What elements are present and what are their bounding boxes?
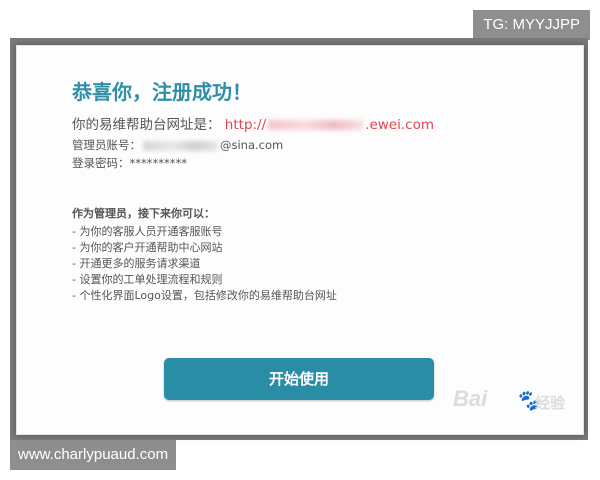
helpdesk-url-line: 你的易维帮助台网址是： http:// .ewei.com [72,114,434,136]
blurred-account [143,140,218,151]
list-item: - 为你的客服人员开通客服账号 [72,225,223,238]
dialog-title: 恭喜你，注册成功！ [72,80,252,104]
url-prefix: http:// [224,117,267,133]
baidu-watermark: Bai 🐾 经验 [453,386,573,426]
account-info: 你的易维帮助台网址是： http:// .ewei.com 管理员账号： @sina… [72,114,434,172]
list-item: - 个性化界面Logo设置，包括修改你的易维帮助台网址 [72,289,337,302]
url-label: 你的易维帮助台网址是： [72,117,221,133]
registration-success-dialog: 恭喜你，注册成功！ 你的易维帮助台网址是： http:// .ewei.com 管… [16,45,584,435]
watermark-sub: 经验 [535,395,566,412]
password-value: ********** [129,156,188,170]
account-suffix: @sina.com [220,138,284,152]
admin-next-steps: 作为管理员，接下来你可以： - 为你的客服人员开通客服账号 - 为你的客户开通帮… [72,204,337,304]
tg-badge: TG: MYYJJPP [473,10,590,40]
admin-account-line: 管理员账号： @sina.com [72,136,434,154]
list-item: - 设置你的工单处理流程和规则 [72,273,223,286]
list-item: - 为你的客户开通帮助中心网站 [72,241,223,254]
helpdesk-url-link[interactable]: http:// .ewei.com [225,117,434,133]
site-url-badge: www.charlypuaud.com [10,440,177,470]
password-line: 登录密码：********** [72,154,434,172]
admin-heading: 作为管理员，接下来你可以： [72,207,215,220]
start-using-button[interactable]: 开始使用 [164,358,434,400]
list-item: - 开通更多的服务请求渠道 [72,257,201,270]
watermark-brand: Bai [453,386,488,411]
password-label: 登录密码： [72,156,130,170]
url-suffix: .ewei.com [365,117,434,133]
blurred-subdomain [268,120,364,130]
account-label: 管理员账号： [72,138,141,152]
